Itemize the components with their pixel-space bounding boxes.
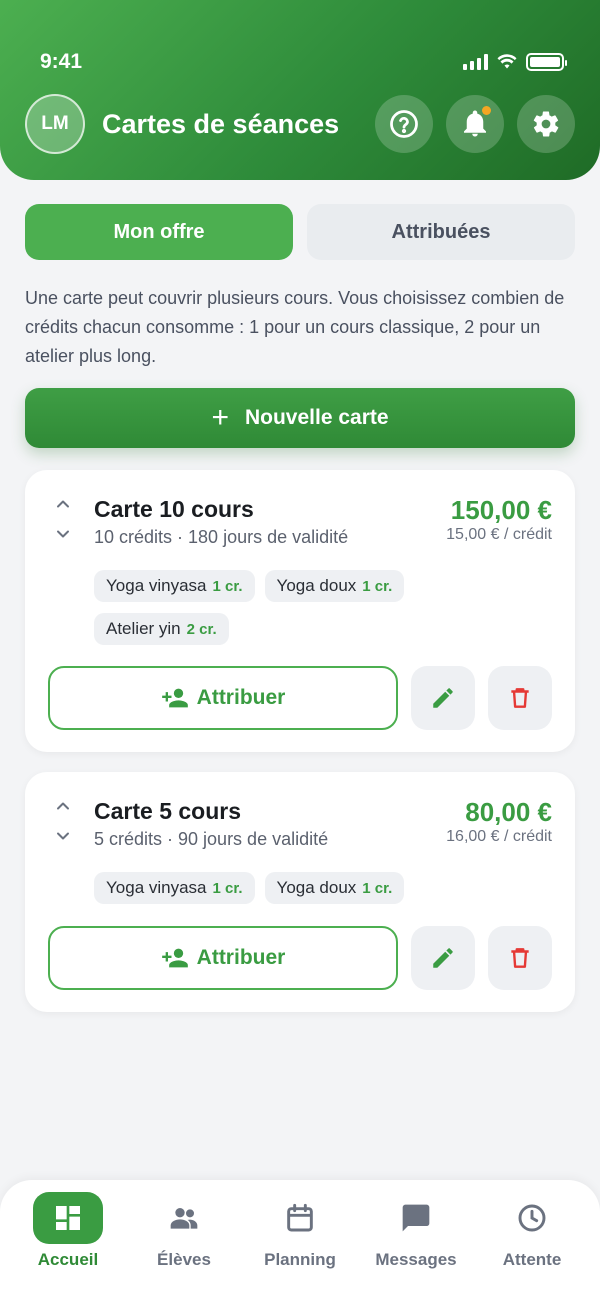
course-credits: 1 cr. [212, 879, 243, 897]
session-card: Carte 10 cours 10 crédits · 180 jours de… [25, 470, 575, 752]
avatar[interactable]: LM [25, 94, 85, 154]
calendar-icon [287, 1203, 313, 1232]
course-chip: Yoga doux 1 cr. [264, 570, 405, 602]
header-title-row: LM Cartes de séances [25, 94, 575, 154]
person-add-icon [161, 948, 188, 968]
course-name: Yoga vinyasa [106, 576, 207, 595]
nav-label: Attente [502, 1250, 562, 1269]
card-meta: 10 crédits · 180 jours de validité [94, 527, 349, 547]
trash-icon [511, 948, 529, 968]
card-actions: Attribuer [48, 666, 552, 730]
session-card: Carte 5 cours 5 crédits · 90 jours de va… [25, 772, 575, 1012]
people-icon [170, 1208, 198, 1229]
course-name: Yoga doux [276, 576, 357, 595]
assign-label: Attribuer [196, 946, 286, 969]
card-price: 150,00 € [450, 495, 552, 525]
nav-icon-wrap [381, 1192, 451, 1244]
nav-label: Élèves [157, 1250, 211, 1269]
card-meta: 5 crédits · 90 jours de validité [94, 829, 329, 849]
new-card-button[interactable]: + Nouvelle carte [25, 388, 575, 448]
help-icon [390, 110, 418, 138]
course-chips: Yoga vinyasa 1 cr. Yoga doux 1 cr. Ateli… [94, 570, 534, 645]
chevron-up-icon[interactable] [53, 796, 73, 816]
edit-button[interactable] [411, 926, 475, 990]
card-price: 80,00 € [465, 797, 552, 827]
wifi-icon [497, 54, 517, 69]
course-credits: 1 cr. [212, 577, 243, 595]
course-chips: Yoga vinyasa 1 cr. Yoga doux 1 cr. [94, 872, 534, 904]
tab-mon-offre[interactable]: Mon offre [25, 204, 293, 260]
nav-item-accueil[interactable]: Accueil [13, 1192, 123, 1300]
nav-icon-wrap [33, 1192, 103, 1244]
status-icons [463, 53, 567, 71]
person-add-icon [161, 688, 188, 708]
page-title: Cartes de séances [102, 108, 340, 139]
pencil-icon [433, 688, 453, 708]
notification-dot [482, 106, 491, 115]
nav-icon-wrap [265, 1192, 335, 1244]
nav-item-messages[interactable]: Messages [361, 1192, 471, 1300]
info-text: Une carte peut couvrir plusieurs cours. … [25, 288, 565, 366]
edit-button[interactable] [411, 666, 475, 730]
card-name: Carte 10 cours [94, 496, 254, 522]
nav-icon-wrap [149, 1192, 219, 1244]
chevron-down-icon[interactable] [53, 524, 73, 544]
offer-tabs: Mon offre Attribuées [25, 204, 575, 260]
assign-button[interactable]: Attribuer [48, 926, 398, 990]
course-chip: Yoga vinyasa 1 cr. [94, 570, 255, 602]
settings-button[interactable] [517, 95, 575, 153]
app-header: 9:41 LM Cartes de séances [0, 0, 600, 180]
battery-icon [526, 53, 567, 71]
notifications-button[interactable] [446, 95, 504, 153]
nav-item-planning[interactable]: Planning [245, 1192, 355, 1300]
nav-label: Accueil [37, 1250, 99, 1269]
course-name: Yoga vinyasa [106, 878, 207, 897]
course-credits: 1 cr. [362, 577, 393, 595]
chevron-up-icon[interactable] [53, 494, 73, 514]
reorder-controls [53, 796, 73, 846]
nav-item-attente[interactable]: Attente [477, 1192, 587, 1300]
course-chip: Atelier yin 2 cr. [94, 613, 229, 645]
course-credits: 1 cr. [362, 879, 393, 897]
help-button[interactable] [375, 95, 433, 153]
delete-button[interactable] [488, 666, 552, 730]
signal-icon [463, 54, 488, 70]
chat-icon [402, 1204, 430, 1232]
course-name: Yoga doux [276, 878, 357, 897]
nav-icon-wrap [497, 1192, 567, 1244]
status-time: 9:41 [40, 50, 83, 73]
pencil-icon [433, 948, 453, 968]
nav-item-eleves[interactable]: Élèves [129, 1192, 239, 1300]
gear-icon [533, 111, 559, 137]
course-chip: Yoga doux 1 cr. [264, 872, 405, 904]
card-actions: Attribuer [48, 926, 552, 990]
assign-label: Attribuer [196, 686, 286, 709]
delete-button[interactable] [488, 926, 552, 990]
reorder-controls [53, 494, 73, 544]
new-card-label: Nouvelle carte [244, 406, 389, 429]
card-name: Carte 5 cours [94, 798, 242, 824]
card-unit-price: 16,00 € / crédit [446, 828, 552, 845]
dashboard-icon [56, 1206, 80, 1230]
tab-attribuees[interactable]: Attribuées [307, 204, 575, 260]
clock-icon [518, 1204, 546, 1232]
course-name: Atelier yin [106, 619, 181, 638]
card-unit-price: 15,00 € / crédit [446, 526, 552, 543]
nav-label: Messages [375, 1250, 457, 1269]
nav-label: Planning [264, 1250, 336, 1269]
trash-icon [511, 688, 529, 708]
assign-button[interactable]: Attribuer [48, 666, 398, 730]
course-credits: 2 cr. [186, 620, 217, 638]
plus-icon: + [211, 401, 229, 434]
status-bar: 9:41 [40, 48, 567, 76]
bottom-nav: Accueil Élèves Planning Messages Attente [0, 1180, 600, 1300]
course-chip: Yoga vinyasa 1 cr. [94, 872, 255, 904]
chevron-down-icon[interactable] [53, 826, 73, 846]
